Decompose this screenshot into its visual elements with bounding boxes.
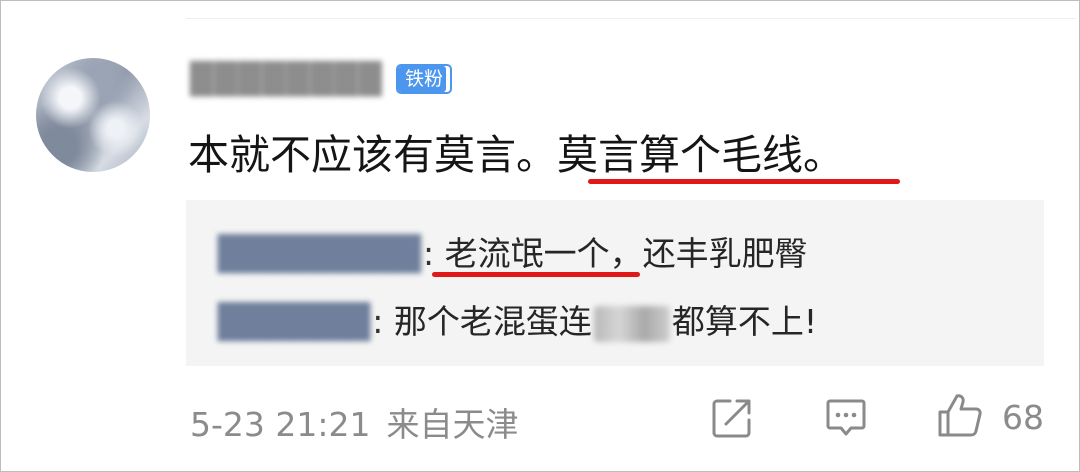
- reply-author[interactable]: ██████: [218, 302, 370, 341]
- reply-text-part2: 都算不上!: [671, 302, 818, 341]
- like-count: 68: [1002, 398, 1044, 437]
- share-icon[interactable]: [710, 396, 754, 440]
- comment-icon[interactable]: [824, 396, 868, 440]
- like-icon[interactable]: [936, 392, 984, 438]
- reply-text-part2: ，还丰乳肥臀: [609, 234, 808, 273]
- reply-author[interactable]: ████████: [218, 234, 421, 273]
- username[interactable]: ████████: [190, 62, 383, 97]
- comment-text: 本就不应该有莫言。莫言算个毛线。: [188, 128, 844, 182]
- censored-text: [593, 305, 670, 342]
- avatar[interactable]: [36, 58, 150, 172]
- reply-colon: :: [372, 302, 384, 341]
- reply-colon: :: [423, 234, 435, 273]
- red-underline-main: [588, 179, 900, 184]
- reply-row[interactable]: ██████: 那个老混蛋连 都算不上!: [218, 300, 817, 344]
- red-underline-reply: [432, 272, 640, 277]
- reply-row[interactable]: ████████: 老流氓一个，还丰乳肥臀: [218, 232, 808, 276]
- comment-meta: 5-23 21:21 来自天津: [190, 398, 519, 446]
- comment-text-part1: 本就不应该有莫言。: [188, 131, 557, 179]
- comment-location: 来自天津: [386, 405, 519, 444]
- fan-badge: 铁粉: [396, 64, 453, 94]
- comment-time: 5-23 21:21: [190, 405, 371, 444]
- comment-text-part2: 莫言算个毛线。: [557, 131, 844, 179]
- reply-text-part1: 那个老混蛋连: [393, 302, 592, 341]
- fan-badge-label: 铁粉: [405, 68, 444, 90]
- reply-text-part1: 老流氓一个: [444, 234, 610, 273]
- divider: [186, 18, 1076, 19]
